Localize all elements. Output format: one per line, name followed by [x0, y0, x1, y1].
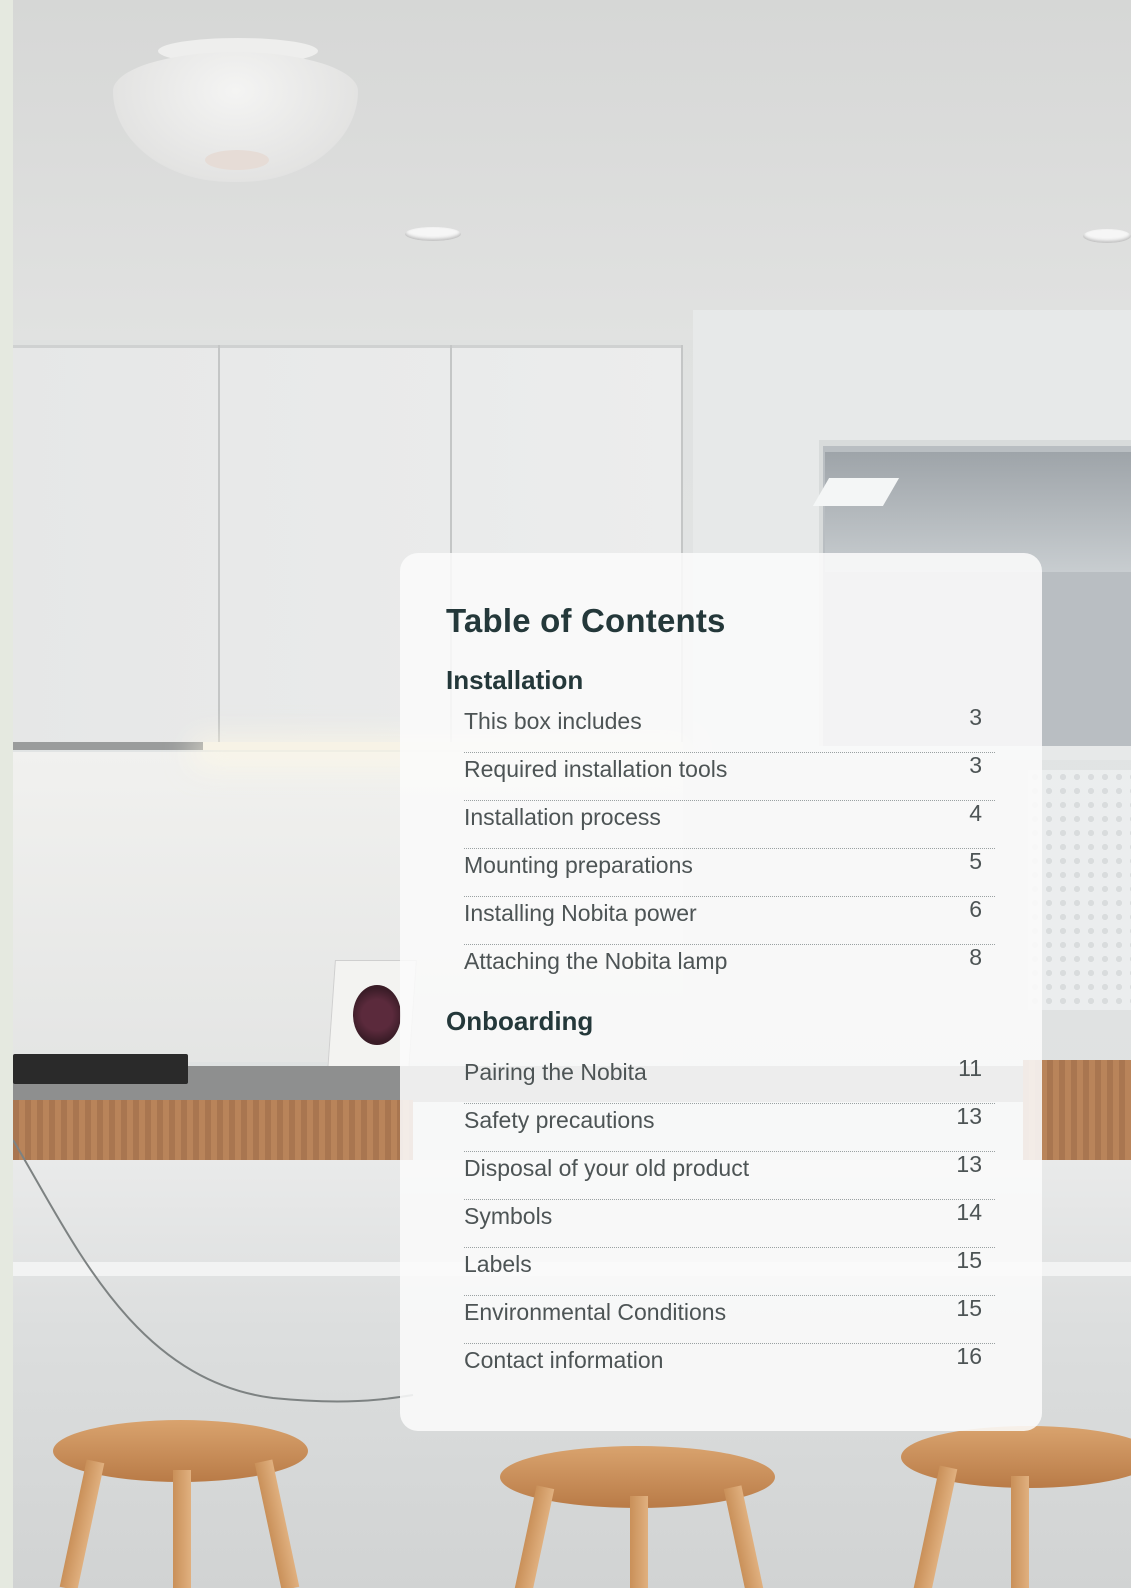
toc-entry-label: Installation process: [464, 804, 661, 830]
toc-entry[interactable]: Installation process 4: [464, 800, 995, 849]
toc-entry[interactable]: Attaching the Nobita lamp 8: [464, 944, 995, 992]
toc-entry-page: 8: [969, 944, 982, 970]
toc-title: Table of Contents: [446, 602, 726, 639]
toc-entry-label: This box includes: [464, 708, 642, 734]
section-heading-onboarding: Onboarding: [446, 1006, 594, 1036]
toc-entry-label: Pairing the Nobita: [464, 1059, 647, 1085]
toc-entry-page: 6: [969, 896, 982, 922]
toc-entry-page: 16: [956, 1343, 982, 1369]
toc-entry-page: 11: [958, 1055, 982, 1081]
manual-page: Table of Contents Installation This box …: [0, 0, 1131, 1588]
toc-entry-page: 3: [969, 704, 982, 730]
toc-entry[interactable]: Symbols 14: [464, 1199, 995, 1248]
toc-entry[interactable]: Contact information 16: [464, 1343, 995, 1391]
bar-stool: [901, 1426, 1131, 1588]
toc-entry-label: Labels: [464, 1251, 532, 1277]
toc-entry-page: 4: [969, 800, 982, 826]
toc-entry-label: Attaching the Nobita lamp: [464, 948, 728, 974]
toc-entry-page: 13: [956, 1103, 982, 1129]
toc-entry[interactable]: Safety precautions 13: [464, 1103, 995, 1152]
toc-entry-page: 5: [969, 848, 982, 874]
toc-entry[interactable]: Pairing the Nobita 11: [464, 1055, 995, 1104]
toc-entry-label: Installing Nobita power: [464, 900, 697, 926]
toc-entry[interactable]: Mounting preparations 5: [464, 848, 995, 897]
toc-entry-page: 13: [956, 1151, 982, 1177]
toc-entry[interactable]: Disposal of your old product 13: [464, 1151, 995, 1200]
toc-entry[interactable]: Environmental Conditions 15: [464, 1295, 995, 1344]
toc-entry-label: Environmental Conditions: [464, 1299, 727, 1325]
toc-entry-page: 15: [956, 1247, 982, 1273]
toc-entry[interactable]: Required installation tools 3: [464, 752, 995, 801]
toc-entry[interactable]: This box includes 3: [464, 704, 995, 753]
page-edge-strip: [0, 0, 13, 1588]
toc-entry-label: Mounting preparations: [464, 852, 693, 878]
toc-entry[interactable]: Labels 15: [464, 1247, 995, 1296]
toc-entry-label: Symbols: [464, 1203, 553, 1229]
toc-entry-label: Contact information: [464, 1347, 664, 1373]
bar-stool: [53, 1420, 313, 1588]
toc-entry[interactable]: Installing Nobita power 6: [464, 896, 995, 945]
section-heading-installation: Installation: [446, 665, 584, 695]
toc-entry-page: 14: [956, 1199, 982, 1225]
toc-entry-label: Disposal of your old product: [464, 1155, 750, 1181]
bar-stool: [500, 1446, 780, 1588]
toc-entry-page: 3: [969, 752, 982, 778]
toc-entry-label: Safety precautions: [464, 1107, 655, 1133]
toc-entry-label: Required installation tools: [464, 756, 728, 782]
toc-entry-page: 15: [956, 1295, 982, 1321]
